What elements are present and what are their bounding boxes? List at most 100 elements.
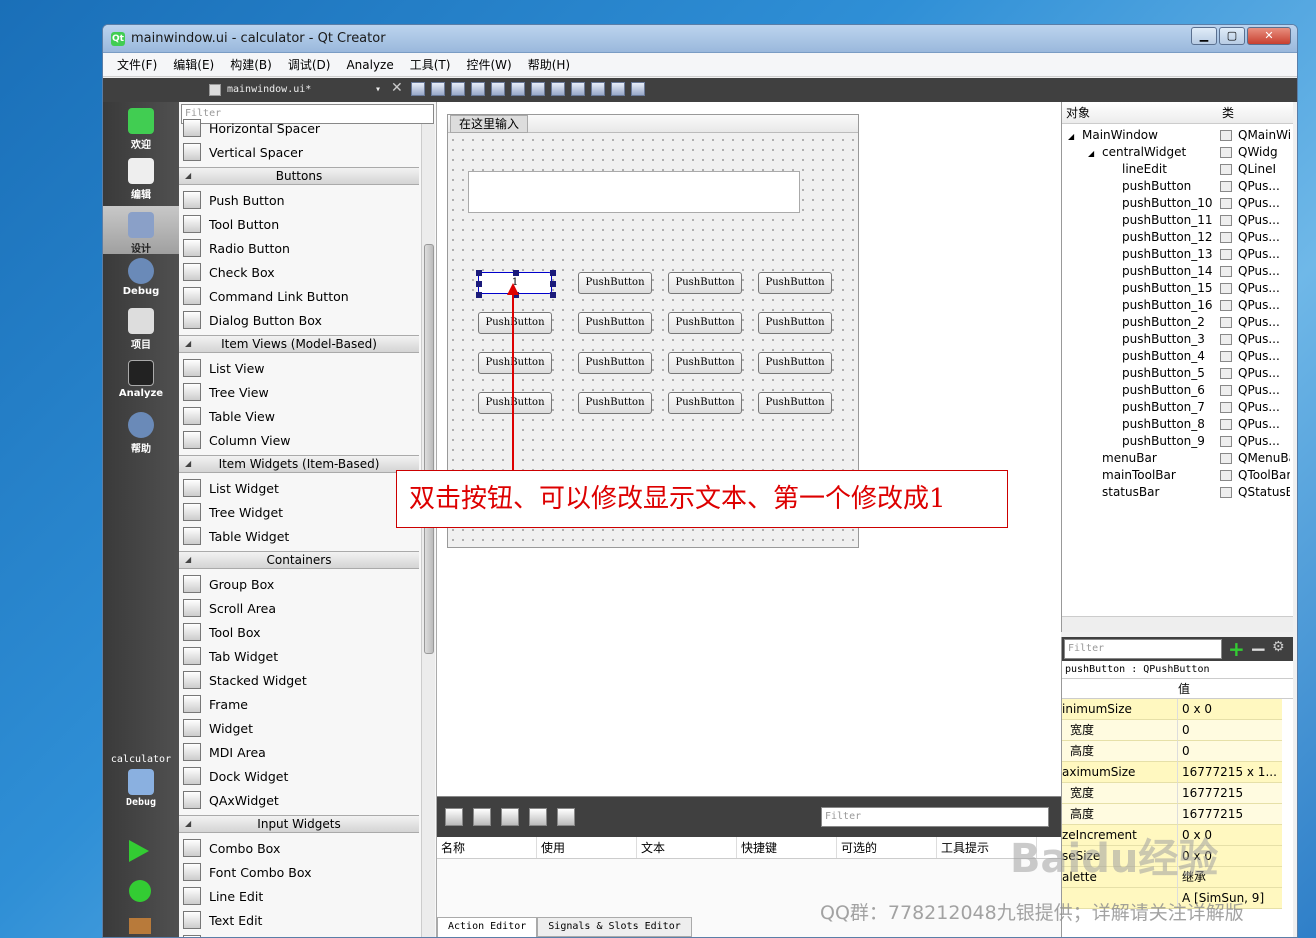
property-value[interactable]: 16777215 (1178, 783, 1282, 804)
widget-item[interactable]: Tool Button (179, 212, 419, 236)
new-action-icon[interactable] (445, 808, 463, 826)
object-row[interactable]: pushButton_11 QPus... (1062, 212, 1293, 229)
tab-action-editor[interactable]: Action Editor (437, 917, 538, 937)
type-here-menu[interactable]: 在这里输入 (450, 115, 529, 133)
object-row[interactable]: ◢ MainWindow QMainWi (1062, 127, 1293, 144)
object-row[interactable]: pushButton_14 QPus... (1062, 263, 1293, 280)
property-filter-input[interactable]: Filter (1064, 639, 1222, 659)
object-row[interactable]: pushButton_10 QPus... (1062, 195, 1293, 212)
menu-build[interactable]: 构建(B) (222, 56, 280, 73)
push-button[interactable]: PushButton (578, 272, 652, 294)
object-row[interactable]: pushButton QPus... (1062, 178, 1293, 195)
col-checkable[interactable]: 可选的 (837, 837, 937, 858)
debug-run-icon[interactable] (129, 880, 151, 902)
scrollbar-thumb[interactable] (424, 244, 434, 654)
widget-item[interactable]: Tree View (179, 380, 419, 404)
widget-item[interactable]: Group Box (179, 572, 419, 596)
widget-item[interactable]: Font Combo Box (179, 860, 419, 884)
widget-item[interactable]: Dock Widget (179, 764, 419, 788)
widget-item[interactable]: Table Widget (179, 524, 419, 548)
menu-debug[interactable]: 调试(D) (280, 56, 339, 73)
col-name[interactable]: 名称 (437, 837, 537, 858)
build-hammer-icon[interactable] (129, 918, 151, 934)
menu-edit[interactable]: 编辑(E) (165, 56, 222, 73)
adjust-size-icon[interactable] (631, 82, 645, 96)
object-row[interactable]: menuBar QMenuBa (1062, 450, 1293, 467)
paste-action-icon[interactable] (501, 808, 519, 826)
widget-item[interactable]: Push Button (179, 188, 419, 212)
layout-form-icon[interactable] (571, 82, 585, 96)
widget-box-scrollbar[interactable] (421, 124, 435, 937)
selection-handle[interactable] (550, 270, 556, 276)
mode-analyze[interactable]: Analyze (103, 360, 179, 406)
mode-projects[interactable]: 项目 (103, 308, 179, 354)
widget-item[interactable]: MDI Area (179, 740, 419, 764)
push-button[interactable]: PushButton (758, 272, 832, 294)
object-row[interactable]: pushButton_15 QPus... (1062, 280, 1293, 297)
widget-item[interactable]: Plain Text Edit (179, 932, 419, 937)
col-class[interactable]: 类 (1218, 102, 1234, 123)
menu-help[interactable]: 帮助(H) (520, 56, 578, 73)
widget-item[interactable]: Radio Button (179, 236, 419, 260)
line-edit[interactable] (468, 171, 800, 213)
object-row[interactable]: pushButton_4 QPus... (1062, 348, 1293, 365)
selection-handle[interactable] (476, 270, 482, 276)
layout-horizontal-icon[interactable] (491, 82, 505, 96)
object-row[interactable]: pushButton_5 QPus... (1062, 365, 1293, 382)
col-value[interactable]: 值 (1178, 679, 1190, 698)
property-row[interactable]: 高度 0 (1062, 741, 1293, 762)
menu-analyze[interactable]: Analyze (338, 58, 401, 72)
object-row[interactable]: pushButton_2 QPus... (1062, 314, 1293, 331)
property-row[interactable]: aximumSize 16777215 x 1... (1062, 762, 1293, 783)
widget-item[interactable]: Horizontal Spacer (179, 116, 419, 140)
run-icon[interactable] (129, 840, 149, 862)
object-row[interactable]: pushButton_16 QPus... (1062, 297, 1293, 314)
expand-arrow-icon[interactable]: ◢ (1068, 128, 1082, 144)
selection-handle[interactable] (476, 281, 482, 287)
property-value[interactable]: 0 (1178, 720, 1282, 741)
object-row[interactable]: pushButton_8 QPus... (1062, 416, 1293, 433)
split-horizontal-icon[interactable] (531, 82, 545, 96)
widget-item[interactable]: Tab Widget (179, 644, 419, 668)
edit-buddies-icon[interactable] (451, 82, 465, 96)
break-layout-icon[interactable] (611, 82, 625, 96)
object-row[interactable]: statusBar QStatusBa (1062, 484, 1293, 501)
add-property-icon[interactable]: + (1228, 637, 1245, 661)
col-text[interactable]: 文本 (637, 837, 737, 858)
widget-item[interactable]: Text Edit (179, 908, 419, 932)
property-value[interactable]: 0 (1178, 741, 1282, 762)
menu-tools[interactable]: 工具(T) (402, 56, 459, 73)
widget-item[interactable]: Stacked Widget (179, 668, 419, 692)
widget-item[interactable]: Vertical Spacer (179, 140, 419, 164)
widget-item[interactable]: Line Edit (179, 884, 419, 908)
menu-widgets[interactable]: 控件(W) (458, 56, 519, 73)
close-document-icon[interactable]: ✕ (391, 80, 403, 96)
property-value[interactable]: 0 x 0 (1178, 699, 1282, 720)
widget-item[interactable]: Tool Box (179, 620, 419, 644)
selection-handle[interactable] (550, 281, 556, 287)
mode-welcome[interactable]: 欢迎 (103, 108, 179, 154)
maximize-button[interactable]: ▢ (1219, 27, 1245, 45)
widget-item[interactable]: Command Link Button (179, 284, 419, 308)
action-filter-input[interactable]: Filter (821, 807, 1049, 827)
widget-item[interactable]: Dialog Button Box (179, 308, 419, 332)
split-vertical-icon[interactable] (551, 82, 565, 96)
col-used[interactable]: 使用 (537, 837, 637, 858)
object-row[interactable]: pushButton_13 QPus... (1062, 246, 1293, 263)
open-documents-combo[interactable]: mainwindow.ui* ▾ (205, 81, 385, 99)
close-button[interactable]: ✕ (1247, 27, 1291, 45)
object-row[interactable]: ◢ centralWidget QWidg (1062, 144, 1293, 161)
remove-property-icon[interactable]: − (1250, 637, 1267, 661)
push-button[interactable]: PushButton (758, 352, 832, 374)
property-row[interactable]: 高度 16777215 (1062, 804, 1293, 825)
selection-handle[interactable] (550, 292, 556, 298)
selection-handle[interactable] (513, 270, 519, 276)
widget-item[interactable]: Frame (179, 692, 419, 716)
widget-item[interactable]: Widget (179, 716, 419, 740)
widget-item[interactable]: Combo Box (179, 836, 419, 860)
push-button[interactable]: PushButton (478, 352, 552, 374)
widget-item[interactable]: Tree Widget (179, 500, 419, 524)
menu-file[interactable]: 文件(F) (109, 56, 165, 73)
object-row[interactable]: pushButton_3 QPus... (1062, 331, 1293, 348)
property-row[interactable]: inimumSize 0 x 0 (1062, 699, 1293, 720)
